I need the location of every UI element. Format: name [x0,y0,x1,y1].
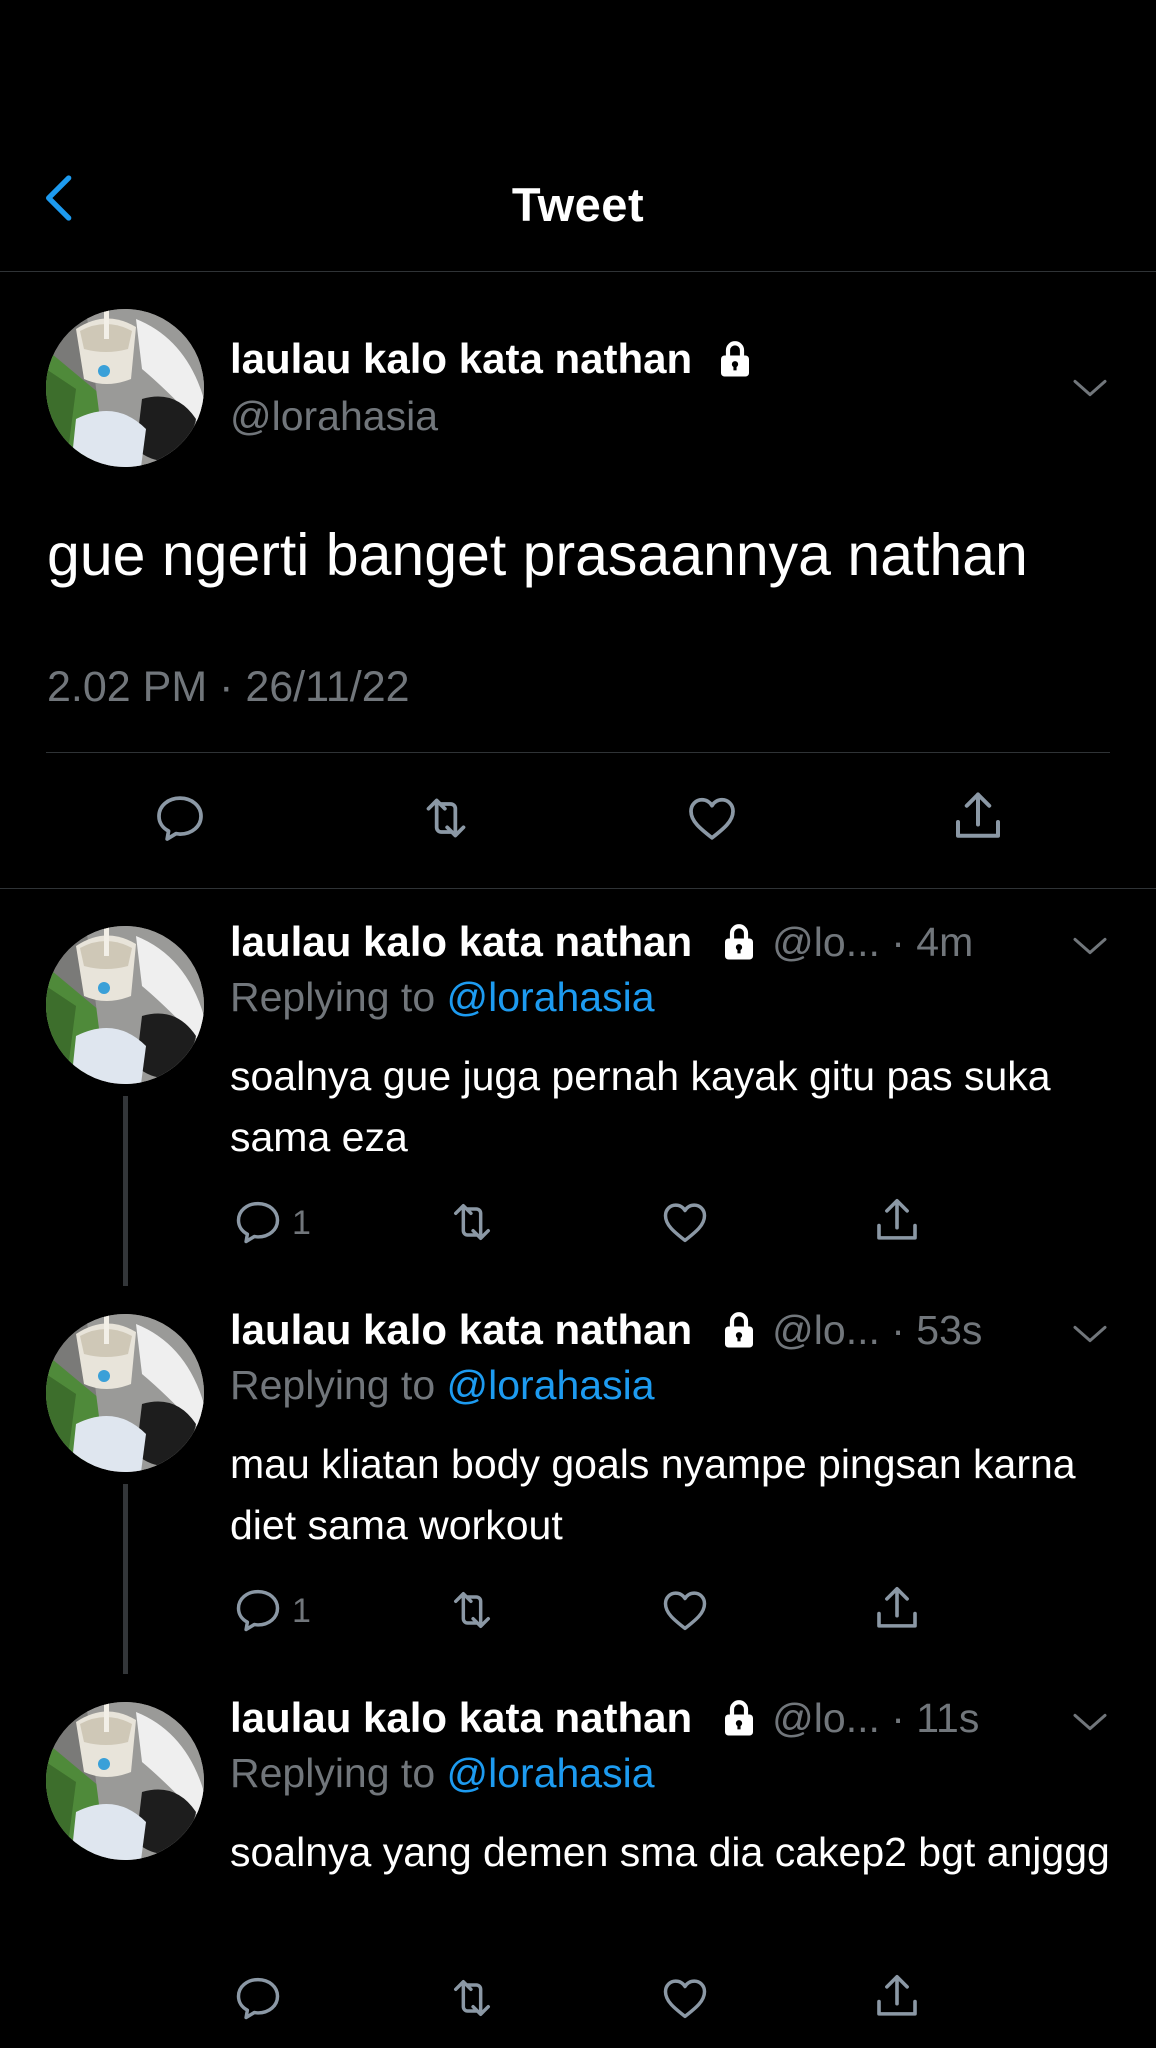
chevron-down-icon[interactable] [1070,1314,1110,1354]
lock-icon [718,1309,760,1351]
mention-link[interactable]: @lorahasia [447,1750,655,1796]
author-display-name: laulau kalo kata nathan [230,335,693,382]
page-title: Tweet [511,178,645,231]
avatar-image [46,926,204,1084]
lock-icon [714,338,756,380]
author-name-row[interactable]: laulau kalo kata nathan [230,335,756,383]
main-tweet: laulau kalo kata nathan @lorahasia gue n… [0,273,1156,889]
avatar[interactable] [46,1702,204,1860]
like-icon[interactable] [658,1196,712,1248]
reply-count: 1 [292,1592,311,1630]
top-nav-bar: Tweet [0,0,1156,272]
chevron-down-icon[interactable] [1070,368,1110,408]
avatar-image [46,309,204,467]
author-display-name: laulau kalo kata nathan [230,1694,693,1741]
reply-text: soalnya gue juga pernah kayak gitu pas s… [230,1053,1051,1160]
replying-to: Replying to @lorahasia [230,974,655,1021]
avatar[interactable] [46,309,204,467]
share-icon[interactable] [870,1582,924,1636]
replying-to-label: Replying to [230,974,447,1020]
like-icon[interactable] [658,1584,712,1636]
author-display-name: laulau kalo kata nathan [230,1306,693,1353]
mention-link[interactable]: @lorahasia [447,1362,655,1408]
author-display-name: laulau kalo kata nathan [230,918,693,965]
avatar[interactable] [46,926,204,1084]
thread-connector [123,1096,128,1286]
handle-and-time: @lo... · 4m [772,918,974,965]
replying-to-label: Replying to [230,1750,447,1796]
mention-link[interactable]: @lorahasia [447,974,655,1020]
like-icon[interactable] [658,1972,712,2024]
reply-icon[interactable] [232,1584,284,1636]
reply-icon[interactable] [232,1972,284,2024]
replying-to: Replying to @lorahasia [230,1362,655,1409]
avatar[interactable] [46,1314,204,1472]
reply-icon[interactable] [232,1196,284,1248]
share-icon[interactable] [870,1970,924,2024]
chevron-down-icon[interactable] [1070,926,1110,966]
retweet-icon[interactable] [412,790,480,846]
replying-to: Replying to @lorahasia [230,1750,655,1797]
replying-to-label: Replying to [230,1362,447,1408]
reply-count: 1 [292,1204,311,1242]
chevron-down-icon[interactable] [1070,1702,1110,1742]
author-handle: @lorahasia [230,393,439,439]
retweet-icon[interactable] [442,1196,502,1248]
tweet-text: gue ngerti banget prasaannya nathan [47,522,1028,588]
reply-text: mau kliatan body goals nyampe pingsan ka… [230,1441,1076,1548]
share-icon[interactable] [870,1194,924,1248]
thread-connector [123,1484,128,1674]
handle-and-time: @lo... · 53s [772,1306,983,1353]
tweet-timestamp[interactable]: 2.02 PM · 26/11/22 [47,663,410,712]
avatar-image [46,1314,204,1472]
share-icon[interactable] [948,787,1008,847]
lock-icon [718,921,760,963]
reply-text: soalnya yang demen sma dia cakep2 bgt an… [230,1829,1110,1875]
avatar-image [46,1702,204,1860]
reply-header[interactable]: laulau kalo kata nathan @lo... · 11s [230,1694,979,1742]
reply-header[interactable]: laulau kalo kata nathan @lo... · 53s [230,1306,982,1354]
handle-and-time: @lo... · 11s [772,1694,980,1741]
like-icon[interactable] [682,790,742,846]
lock-icon [718,1697,760,1739]
reply-header[interactable]: laulau kalo kata nathan @lo... · 4m [230,918,973,966]
reply-icon[interactable] [152,790,208,846]
retweet-icon[interactable] [442,1584,502,1636]
retweet-icon[interactable] [442,1972,502,2024]
divider [46,752,1110,753]
